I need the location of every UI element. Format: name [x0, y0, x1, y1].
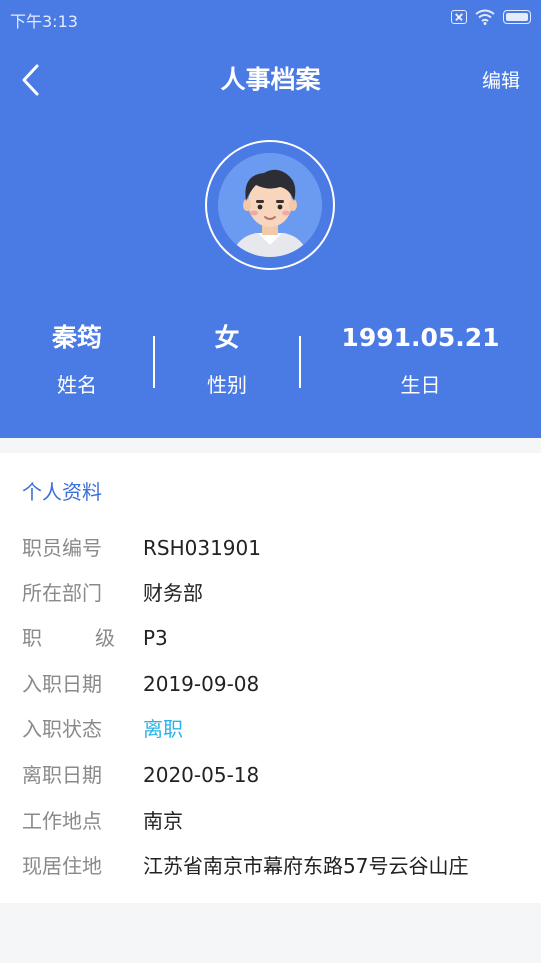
- info-label: 入职状态: [22, 717, 102, 741]
- info-label: 职 级: [22, 622, 115, 654]
- info-label-char: 职: [22, 626, 42, 650]
- page-title: 人事档案: [220, 65, 321, 94]
- stat-gender-value: 女: [214, 323, 240, 352]
- status-bar: 下午3:13: [0, 0, 541, 36]
- info-value: RSH031901: [143, 536, 261, 560]
- stat-birthday: 1991.05.21 生日: [300, 318, 541, 400]
- edit-button[interactable]: 编辑: [482, 65, 520, 97]
- personal-info-card: 个人资料 职员编号 RSH031901 所在部门 财务部 职 级 P3 入职日期…: [0, 453, 541, 903]
- status-value: 离职: [143, 717, 183, 741]
- sim-icon: [451, 10, 467, 24]
- stat-divider: [299, 336, 301, 388]
- stat-name-label: 姓名: [57, 373, 97, 397]
- info-value: P3: [143, 626, 168, 650]
- avatar-illustration: [218, 153, 322, 257]
- info-value: 财务部: [143, 581, 203, 605]
- stat-name: 秦筠 姓名: [0, 318, 154, 400]
- stat-gender-label: 性别: [207, 373, 247, 397]
- status-time: 下午3:13: [10, 12, 78, 31]
- avatar-image: [218, 153, 322, 257]
- info-label: 现居住地: [22, 854, 102, 878]
- stat-gender: 女 性别: [154, 318, 300, 400]
- navigation-bar: 人事档案 编辑: [0, 50, 541, 112]
- info-label: 入职日期: [22, 672, 102, 696]
- info-label: 所在部门: [22, 581, 102, 605]
- wifi-icon: [475, 9, 495, 25]
- stat-birthday-value: 1991.05.21: [341, 323, 500, 352]
- section-title: 个人资料: [22, 480, 102, 504]
- info-label: 职员编号: [22, 536, 102, 560]
- info-value: 南京: [143, 809, 183, 833]
- profile-stats: 秦筠 姓名 女 性别 1991.05.21 生日: [0, 318, 541, 408]
- profile-header: 下午3:13 人事档案 编辑 秦筠 姓名 女 性别 1991.05.21 生日: [0, 0, 541, 438]
- avatar: [205, 140, 335, 270]
- stat-divider: [153, 336, 155, 388]
- stat-name-value: 秦筠: [51, 323, 102, 352]
- status-icons: [451, 9, 531, 25]
- info-value: 江苏省南京市幕府东路57号云谷山庄: [143, 854, 469, 878]
- battery-icon: [503, 10, 531, 24]
- stat-birthday-label: 生日: [400, 373, 441, 397]
- info-label: 工作地点: [22, 809, 102, 833]
- info-value: 2020-05-18: [143, 763, 260, 787]
- info-label-char: 级: [95, 626, 115, 650]
- info-value: 2019-09-08: [143, 672, 260, 696]
- info-label: 离职日期: [22, 763, 102, 787]
